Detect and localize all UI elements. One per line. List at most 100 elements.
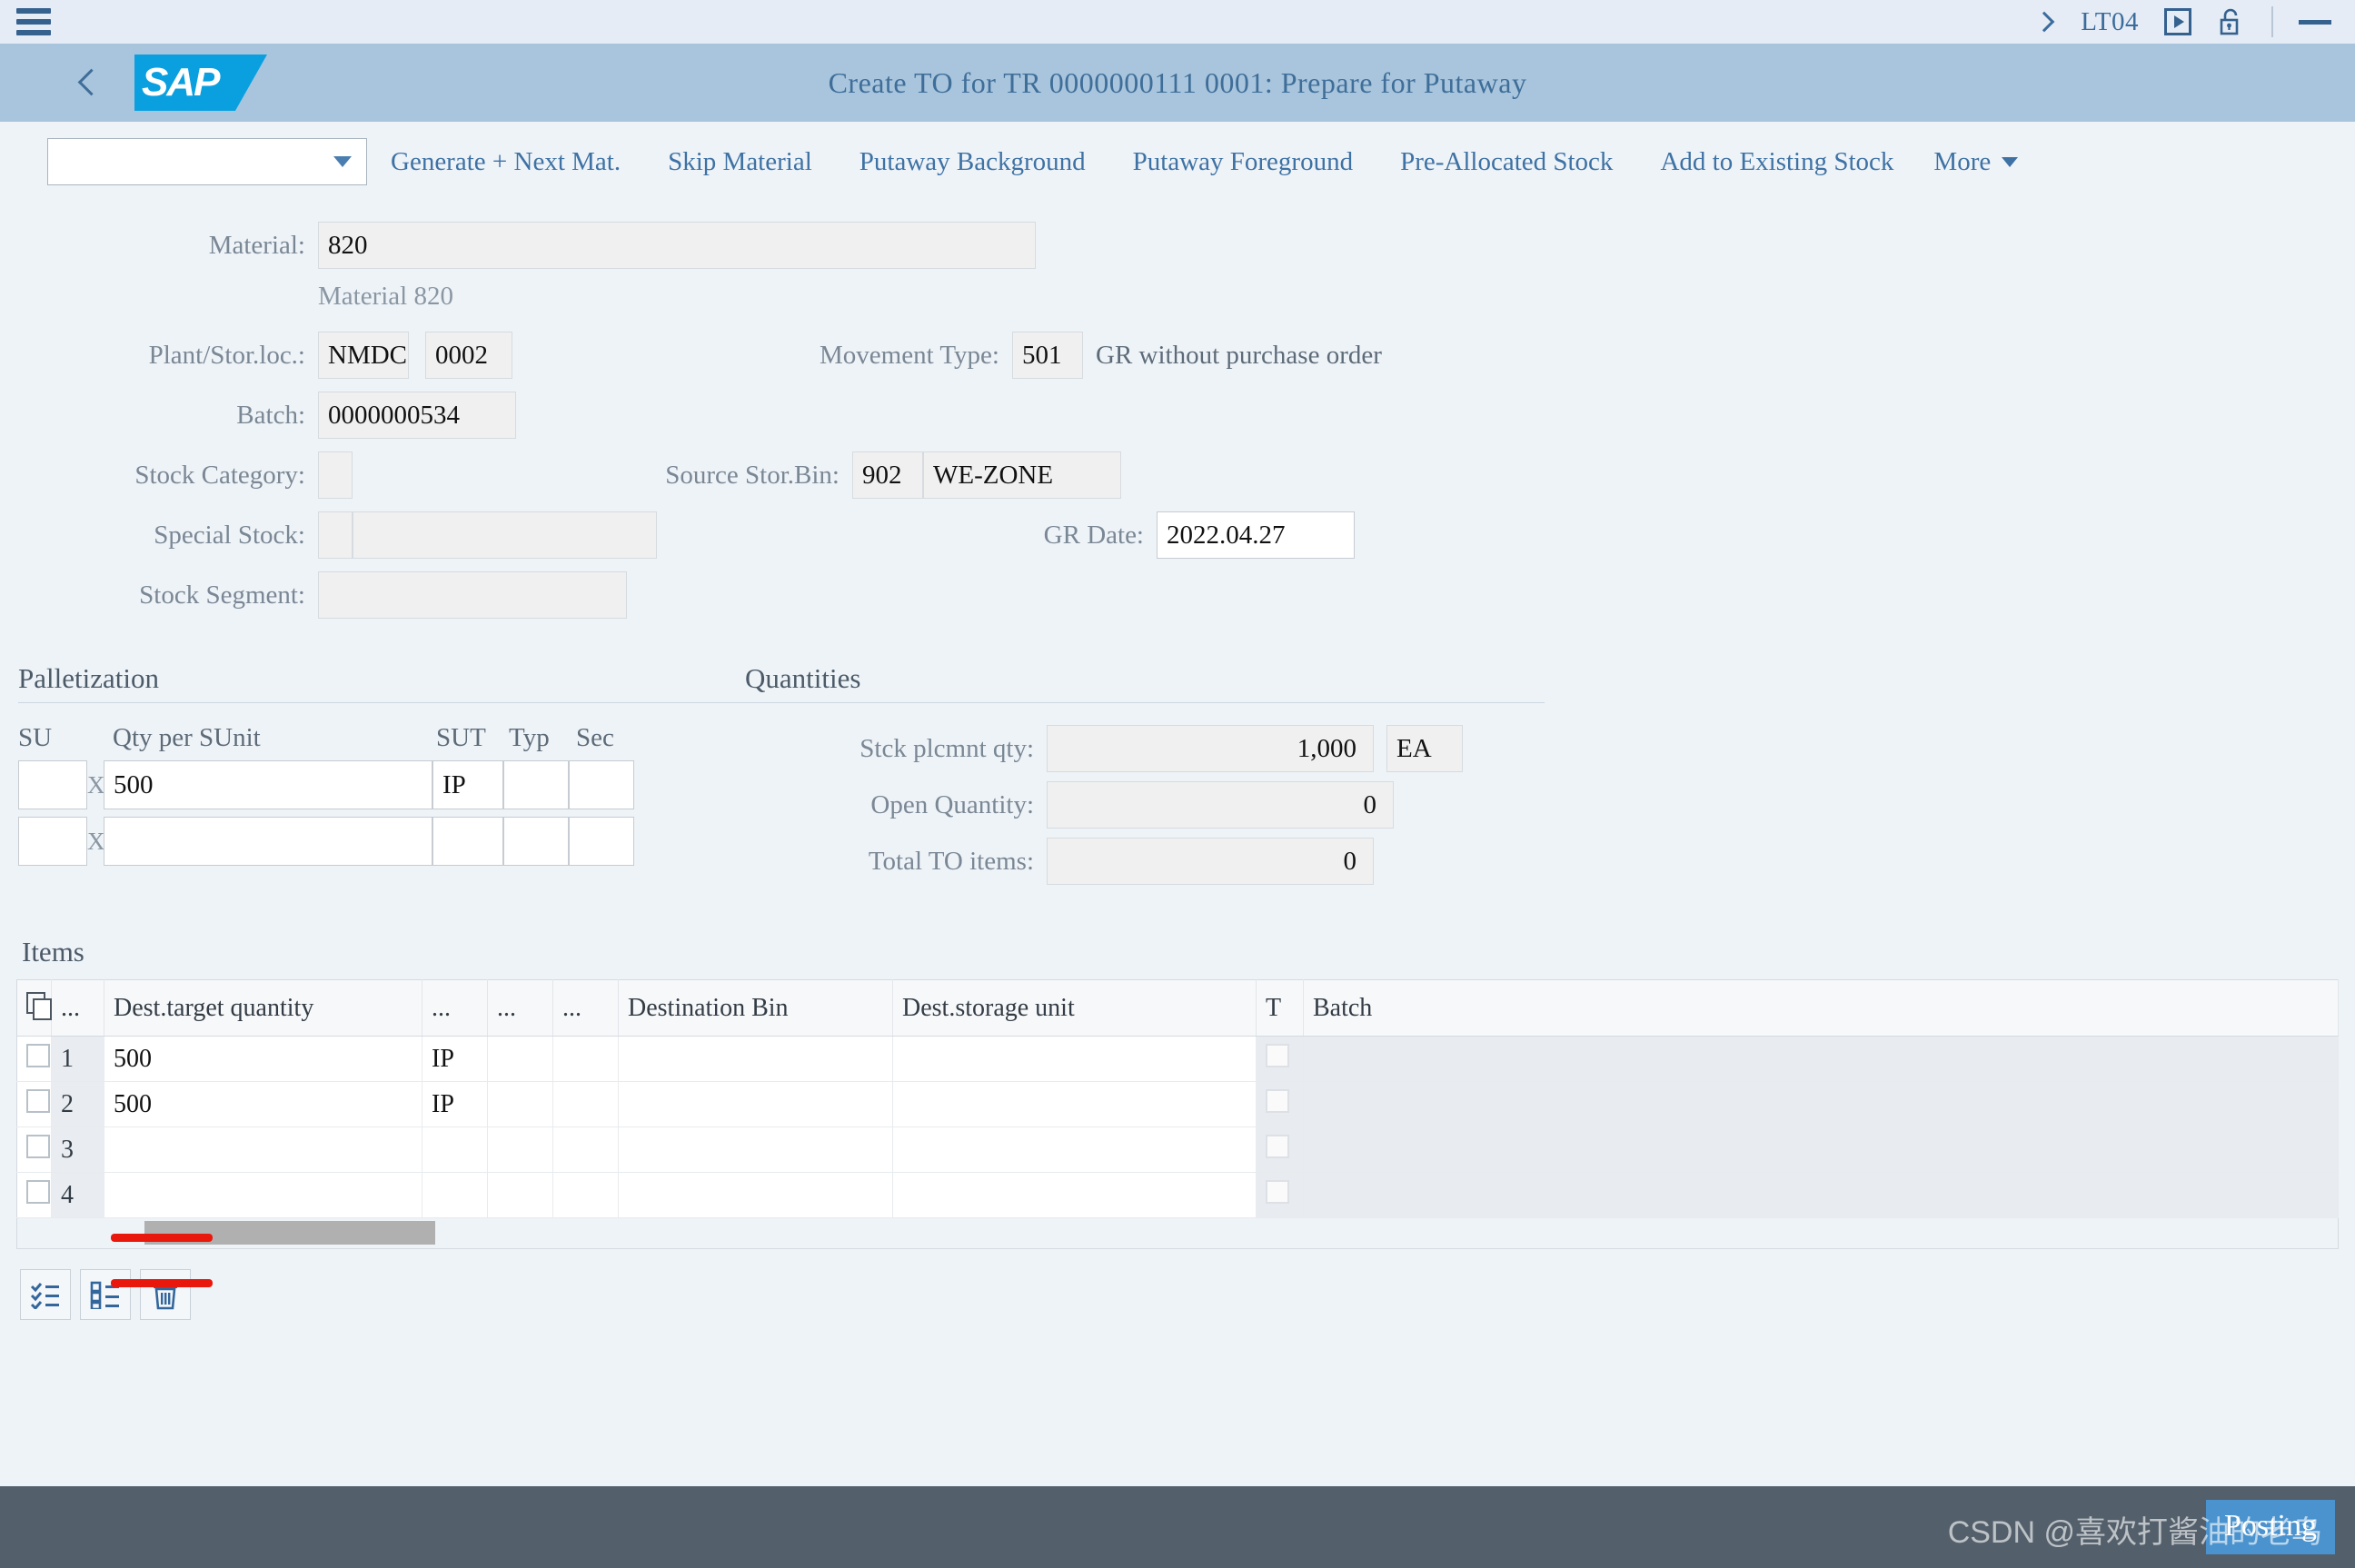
source-bin-field[interactable]: 902 [852,452,923,499]
col5-cell[interactable] [552,1126,619,1173]
horizontal-scrollbar[interactable] [16,1218,2339,1249]
su-field[interactable] [18,817,87,866]
storage-location-field[interactable]: 0002 [425,332,512,379]
sut-field[interactable]: IP [432,760,503,809]
typ-field[interactable] [503,817,569,866]
select-all-icon[interactable] [20,1269,71,1320]
table-row[interactable]: 1 500 IP [16,1036,2339,1082]
batch-column-header[interactable]: Batch [1303,979,2339,1037]
plant-field[interactable]: NMDC [318,332,409,379]
destination-bin-cell[interactable] [618,1081,893,1127]
special-stock-field[interactable] [318,511,353,559]
col4-cell[interactable] [487,1036,553,1082]
unlocked-padlock-icon[interactable] [2217,6,2246,37]
table-row[interactable]: 4 [16,1172,2339,1218]
sections-row: Palletization SU Qty per SUnit SUT Typ S… [0,662,2355,885]
destination-bin-cell[interactable] [618,1172,893,1218]
table-row[interactable]: 2 500 IP [16,1081,2339,1127]
user-label[interactable]: LT04 [2081,7,2139,37]
hamburger-icon[interactable] [16,8,51,35]
posting-button[interactable]: Posting [2205,1500,2335,1554]
dest-target-quantity-cell[interactable] [104,1172,422,1218]
uom-cell[interactable]: IP [422,1081,488,1127]
typ-field[interactable] [503,760,569,809]
col5-cell[interactable] [552,1081,619,1127]
source-bin-group: Source Stor.Bin: 902 WE-ZONE [552,452,1121,499]
destination-bin-cell[interactable] [618,1036,893,1082]
row-checkbox[interactable] [26,1134,50,1158]
skip-material-button[interactable]: Skip Material [644,147,836,177]
row-checkbox[interactable] [26,1043,50,1067]
row-number: 2 [51,1081,104,1127]
col5-cell[interactable] [552,1172,619,1218]
uom-column-header[interactable]: ... [422,979,488,1037]
dest-storage-unit-cell[interactable] [892,1172,1257,1218]
open-quantity-field[interactable]: 0 [1047,781,1394,829]
su-field[interactable] [18,760,87,809]
col4-cell[interactable] [487,1172,553,1218]
t-column-header[interactable]: T [1256,979,1304,1037]
stck-plcmnt-field[interactable]: 1,000 [1047,725,1374,772]
copy-select-icon[interactable] [26,991,52,1020]
material-field[interactable]: 820 [318,222,1036,269]
qty-per-sunit-field[interactable] [104,817,432,866]
destination-bin-column-header[interactable]: Destination Bin [618,979,893,1037]
deselect-all-icon[interactable] [80,1269,131,1320]
toolbar-dropdown[interactable] [47,138,367,185]
quantities-section: Quantities Stck plcmnt qty: 1,000 EA Ope… [745,662,1545,885]
back-button[interactable] [75,65,105,101]
sec-field[interactable] [569,760,634,809]
special-stock-description-field[interactable] [353,511,657,559]
col4-cell[interactable] [487,1126,553,1173]
stck-plcmnt-uom-field[interactable]: EA [1386,725,1463,772]
uom-cell[interactable]: IP [422,1036,488,1082]
sec-field[interactable] [569,817,634,866]
stock-category-field[interactable] [318,452,353,499]
col5-column-header[interactable]: ... [552,979,619,1037]
table-action-bar [0,1249,2355,1320]
table-row[interactable]: 3 [16,1126,2339,1173]
uom-cell[interactable] [422,1172,488,1218]
pre-allocated-stock-button[interactable]: Pre-Allocated Stock [1376,147,1636,177]
add-to-existing-stock-button[interactable]: Add to Existing Stock [1636,147,1917,177]
sut-field[interactable] [432,817,503,866]
row-checkbox[interactable] [26,1088,50,1113]
more-button[interactable]: More [1917,147,2034,177]
minimize-icon[interactable] [2299,19,2331,25]
row-checkbox[interactable] [26,1179,50,1204]
items-title: Items [22,936,84,968]
col5-cell[interactable] [552,1036,619,1082]
chevron-right-icon[interactable] [2035,8,2055,35]
gr-date-field[interactable]: 2022.04.27 [1157,511,1355,559]
col4-cell[interactable] [487,1081,553,1127]
row-checkbox-cell[interactable] [16,1036,52,1082]
dest-storage-unit-cell[interactable] [892,1081,1257,1127]
dest-storage-unit-cell[interactable] [892,1036,1257,1082]
play-box-icon[interactable] [2164,8,2191,35]
batch-cell [1303,1081,2339,1127]
total-to-items-row: Total TO items: 0 [745,838,1545,885]
select-all-column-header[interactable] [16,979,52,1037]
putaway-background-button[interactable]: Putaway Background [836,147,1109,177]
dest-target-quantity-column-header[interactable]: Dest.target quantity [104,979,422,1037]
qty-per-sunit-field[interactable]: 500 [104,760,432,809]
total-to-items-field[interactable]: 0 [1047,838,1374,885]
dest-target-quantity-cell[interactable] [104,1126,422,1173]
delete-icon[interactable] [140,1269,191,1320]
col4-column-header[interactable]: ... [487,979,553,1037]
generate-next-mat-button[interactable]: Generate + Next Mat. [367,147,644,177]
row-checkbox-cell[interactable] [16,1172,52,1218]
movement-type-field[interactable]: 501 [1012,332,1083,379]
stock-segment-field[interactable] [318,571,627,619]
dest-storage-unit-column-header[interactable]: Dest.storage unit [892,979,1257,1037]
dest-target-quantity-cell[interactable]: 500 [104,1081,422,1127]
row-checkbox-cell[interactable] [16,1081,52,1127]
source-bin-description-field[interactable]: WE-ZONE [923,452,1121,499]
dest-storage-unit-cell[interactable] [892,1126,1257,1173]
putaway-foreground-button[interactable]: Putaway Foreground [1109,147,1376,177]
destination-bin-cell[interactable] [618,1126,893,1173]
uom-cell[interactable] [422,1126,488,1173]
batch-field[interactable]: 0000000534 [318,392,516,439]
dest-target-quantity-cell[interactable]: 500 [104,1036,422,1082]
row-checkbox-cell[interactable] [16,1126,52,1173]
